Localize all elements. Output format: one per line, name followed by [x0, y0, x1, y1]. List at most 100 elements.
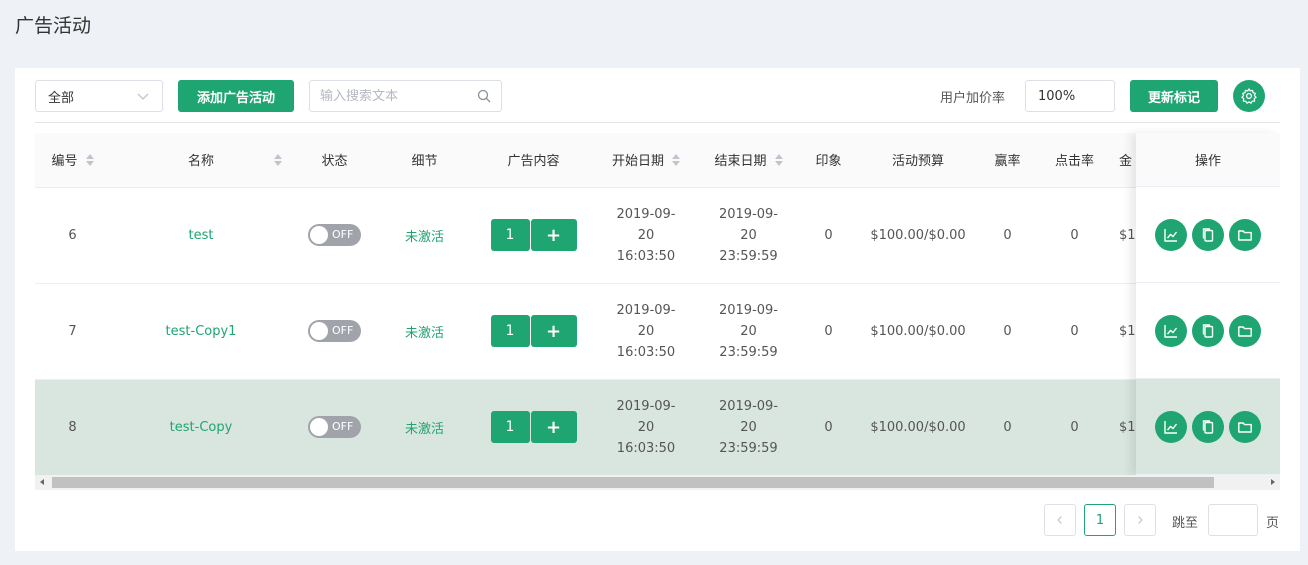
stats-button[interactable] [1155, 218, 1187, 251]
folder-icon [1238, 325, 1252, 337]
markup-rate-input[interactable] [1025, 80, 1115, 112]
ad-content-count-button[interactable]: 1 [490, 315, 530, 347]
ad-content-count-button[interactable]: 1 [490, 219, 530, 251]
line-chart-icon [1164, 420, 1178, 434]
scroll-right-arrow[interactable] [1271, 479, 1275, 485]
search-box [309, 80, 502, 112]
row-actions [1136, 379, 1280, 475]
col-budget-header: 活动预算 [857, 133, 979, 188]
cell-start-date: 2019-09- 20 16:03:50 [595, 187, 697, 284]
copy-icon [1202, 419, 1214, 434]
col-content-header: 广告内容 [472, 133, 595, 188]
markup-rate-label: 用户加价率 [940, 91, 1006, 106]
sort-icon[interactable] [774, 153, 783, 167]
folder-button[interactable] [1229, 410, 1261, 443]
add-campaign-button[interactable]: 添加广告活动 [178, 80, 294, 112]
folder-icon [1238, 421, 1252, 433]
table-row[interactable]: 6 test OFF 未激活 1 +2019-09- 20 16:03:50 2019-09- 2… [35, 187, 1280, 284]
cell-id: 6 [35, 187, 110, 284]
col-actions-header: 操作 [1136, 133, 1280, 187]
cell-budget: $100.00/$0.00 [857, 283, 979, 380]
detail-link[interactable]: 未激活 [405, 422, 444, 437]
toggle-knob [310, 322, 328, 340]
col-detail-header: 细节 [377, 133, 472, 188]
cell-start-date: 2019-09- 20 16:03:50 [595, 379, 697, 476]
cell-impressions: 0 [800, 187, 857, 284]
copy-button[interactable] [1192, 314, 1224, 347]
status-toggle[interactable]: OFF [308, 224, 361, 246]
status-filter-select[interactable]: 全部 [35, 80, 163, 112]
gear-icon [1241, 88, 1257, 104]
cell-id: 8 [35, 379, 110, 476]
table-row[interactable]: 8 test-Copy OFF 未激活 1 +2019-09- 20 16:03:50 2019… [35, 379, 1280, 476]
col-name-header[interactable]: 名称 [110, 133, 292, 188]
cell-impressions: 0 [800, 283, 857, 380]
add-ad-content-button[interactable]: + [530, 219, 577, 251]
toggle-knob [310, 418, 328, 436]
chevron-left-icon [1057, 516, 1062, 524]
folder-button[interactable] [1229, 218, 1261, 251]
jump-page-input[interactable] [1208, 504, 1258, 536]
ad-content-count-button[interactable]: 1 [490, 411, 530, 443]
col-end-header[interactable]: 结束日期 [697, 133, 800, 188]
sort-icon[interactable] [85, 153, 94, 167]
search-input[interactable] [320, 88, 477, 104]
col-start-header[interactable]: 开始日期 [595, 133, 697, 188]
campaign-name-link[interactable]: test-Copy1 [166, 324, 237, 339]
scrollbar-thumb[interactable] [52, 477, 1214, 488]
cell-impressions: 0 [800, 379, 857, 476]
settings-button[interactable] [1233, 80, 1265, 112]
campaign-card: 全部 添加广告活动 用户加价率 更新标记 编号 名称 状 [15, 68, 1300, 551]
status-filter-value: 全部 [48, 90, 75, 106]
cell-end-date: 2019-09- 20 23:59:59 [697, 187, 800, 284]
col-id-header[interactable]: 编号 [35, 133, 110, 188]
table-header-row: 编号 名称 状态 细节 广告内容 开始日期 结束日期 印象 活动预算 赢率 点击… [35, 133, 1280, 188]
table-row[interactable]: 7 test-Copy1 OFF 未激活 1 +2019-09- 20 16:03:50 201… [35, 283, 1280, 380]
line-chart-icon [1164, 324, 1178, 338]
line-chart-icon [1164, 228, 1178, 242]
cell-ctr: 0 [1036, 379, 1113, 476]
copy-button[interactable] [1192, 218, 1224, 251]
detail-link[interactable]: 未激活 [405, 326, 444, 341]
add-ad-content-button[interactable]: + [530, 411, 577, 443]
row-actions [1136, 283, 1280, 379]
status-toggle[interactable]: OFF [308, 320, 361, 342]
ad-content-group: 1 + [490, 219, 577, 251]
page-title: 广告活动 [15, 15, 92, 37]
sort-icon[interactable] [672, 153, 680, 167]
folder-button[interactable] [1229, 314, 1261, 347]
page-number-current[interactable]: 1 [1084, 504, 1116, 536]
detail-link[interactable]: 未激活 [405, 230, 444, 245]
stats-button[interactable] [1155, 410, 1187, 443]
page-suffix-label: 页 [1266, 516, 1280, 531]
prev-page-button[interactable] [1044, 504, 1076, 536]
jump-to-label: 跳至 [1172, 516, 1199, 531]
update-markup-button[interactable]: 更新标记 [1130, 80, 1218, 112]
toggle-label: OFF [332, 324, 354, 337]
sort-icon[interactable] [274, 153, 282, 167]
cell-win-rate: 0 [979, 379, 1036, 476]
ad-content-group: 1 + [490, 411, 577, 443]
ad-content-group: 1 + [490, 315, 577, 347]
campaign-name-link[interactable]: test-Copy [170, 420, 233, 435]
search-icon[interactable] [477, 89, 491, 103]
copy-icon [1202, 323, 1214, 338]
copy-button[interactable] [1192, 410, 1224, 443]
status-toggle[interactable]: OFF [308, 416, 361, 438]
col-ctr-header: 点击率 [1036, 133, 1113, 188]
campaign-name-link[interactable]: test [189, 228, 214, 243]
actions-column: 操作 [1136, 133, 1280, 475]
scroll-left-arrow[interactable] [40, 479, 44, 485]
cell-ctr: 0 [1036, 283, 1113, 380]
add-ad-content-button[interactable]: + [530, 315, 577, 347]
campaign-table: 编号 名称 状态 细节 广告内容 开始日期 结束日期 印象 活动预算 赢率 点击… [35, 133, 1280, 490]
chevron-down-icon [137, 93, 149, 100]
toolbar: 全部 添加广告活动 用户加价率 更新标记 [35, 80, 1280, 112]
folder-icon [1238, 229, 1252, 241]
chevron-right-icon [1138, 516, 1143, 524]
horizontal-scrollbar[interactable] [35, 475, 1280, 490]
toggle-label: OFF [332, 420, 354, 433]
stats-button[interactable] [1155, 314, 1187, 347]
next-page-button[interactable] [1124, 504, 1156, 536]
cell-win-rate: 0 [979, 187, 1036, 284]
